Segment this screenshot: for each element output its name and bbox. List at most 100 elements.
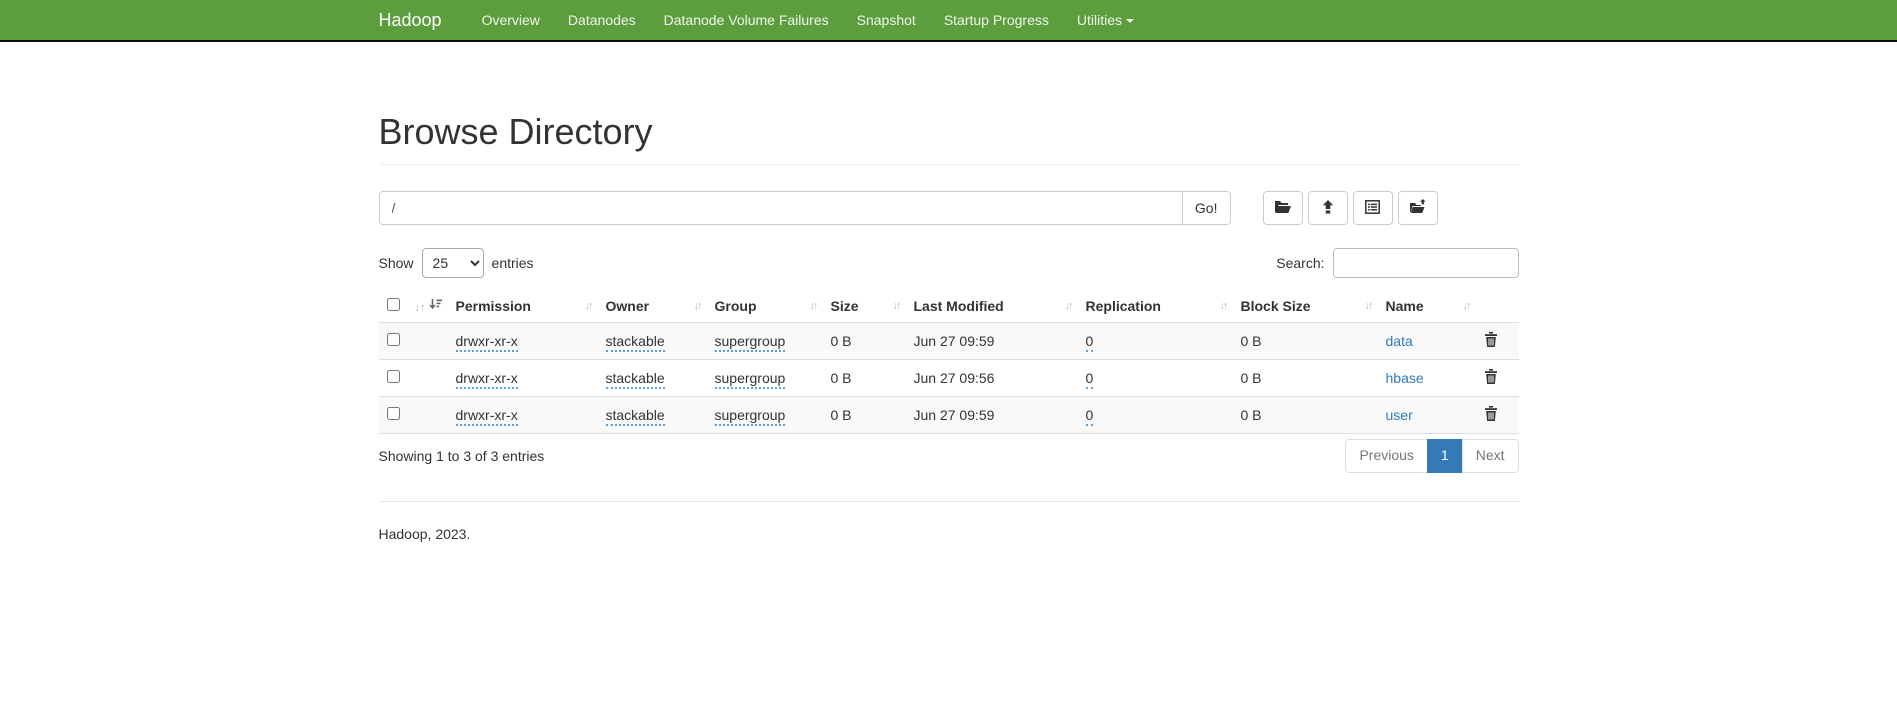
- group-value[interactable]: supergroup: [715, 370, 786, 389]
- folder-open-button[interactable]: [1263, 191, 1303, 225]
- folder-move-icon: [1409, 199, 1427, 217]
- sort-icon: [1463, 300, 1470, 312]
- column-label: Replication: [1086, 298, 1161, 314]
- nav-item-snapshot[interactable]: Snapshot: [843, 12, 930, 28]
- show-label: Show: [379, 255, 414, 271]
- directory-link[interactable]: hbase: [1386, 370, 1424, 386]
- table-row: drwxr-xr-x stackable supergroup 0 B Jun …: [379, 360, 1519, 397]
- column-header-owner[interactable]: Owner: [598, 290, 707, 323]
- last-modified-value: Jun 27 09:56: [914, 370, 995, 386]
- folder-open-icon: [1274, 200, 1292, 217]
- column-label: Size: [831, 298, 859, 314]
- column-label: Last Modified: [914, 298, 1004, 314]
- trash-icon: [1484, 372, 1498, 387]
- table-header-row: Permission Owner Group Size Last Modifie…: [379, 290, 1519, 323]
- list-icon: [1365, 200, 1380, 217]
- select-all-header[interactable]: [379, 290, 448, 323]
- search-control: Search:: [1276, 248, 1518, 278]
- size-value: 0 B: [831, 407, 852, 423]
- column-label: Block Size: [1241, 298, 1311, 314]
- size-value: 0 B: [831, 370, 852, 386]
- replication-value[interactable]: 0: [1086, 407, 1094, 426]
- permission-value[interactable]: drwxr-xr-x: [456, 407, 518, 426]
- column-label: Name: [1386, 298, 1424, 314]
- entries-label: entries: [492, 255, 534, 271]
- row-checkbox[interactable]: [387, 333, 400, 346]
- sort-icon: [1220, 300, 1227, 312]
- replication-value[interactable]: 0: [1086, 333, 1094, 352]
- table-footer: Showing 1 to 3 of 3 entries Previous 1 N…: [379, 439, 1519, 473]
- nav-item-startup-progress[interactable]: Startup Progress: [930, 12, 1063, 28]
- page-header: Browse Directory: [379, 112, 1519, 165]
- upload-button[interactable]: [1308, 191, 1348, 225]
- group-value[interactable]: supergroup: [715, 407, 786, 426]
- pagination-page-1[interactable]: 1: [1427, 439, 1463, 473]
- delete-button[interactable]: [1484, 369, 1498, 384]
- list-button[interactable]: [1353, 191, 1393, 225]
- column-header-actions: [1476, 290, 1519, 323]
- trash-icon: [1484, 335, 1498, 350]
- column-header-group[interactable]: Group: [707, 290, 823, 323]
- chevron-down-icon: [1126, 19, 1134, 23]
- navbar-brand[interactable]: Hadoop: [379, 10, 442, 31]
- page-length-select[interactable]: 25: [422, 248, 484, 278]
- owner-value[interactable]: stackable: [606, 370, 665, 389]
- column-header-name[interactable]: Name: [1378, 290, 1476, 323]
- replication-value[interactable]: 0: [1086, 370, 1094, 389]
- owner-value[interactable]: stackable: [606, 407, 665, 426]
- size-value: 0 B: [831, 333, 852, 349]
- sort-icon: [694, 300, 701, 312]
- directory-link[interactable]: data: [1386, 333, 1413, 349]
- pagination: Previous 1 Next: [1345, 439, 1518, 473]
- nav-item-datanode-volume-failures[interactable]: Datanode Volume Failures: [650, 12, 843, 28]
- path-input-group: Go!: [379, 191, 1231, 225]
- site-footer-text: Hadoop, 2023.: [379, 526, 1519, 542]
- permission-value[interactable]: drwxr-xr-x: [456, 370, 518, 389]
- owner-value[interactable]: stackable: [606, 333, 665, 352]
- directory-path-input[interactable]: [379, 191, 1183, 225]
- sort-icon: [1065, 300, 1072, 312]
- navbar-menu: Overview Datanodes Datanode Volume Failu…: [468, 12, 1148, 28]
- table-row: drwxr-xr-x stackable supergroup 0 B Jun …: [379, 323, 1519, 360]
- nav-item-overview[interactable]: Overview: [468, 12, 554, 28]
- group-value[interactable]: supergroup: [715, 333, 786, 352]
- column-header-size[interactable]: Size: [823, 290, 906, 323]
- column-header-block-size[interactable]: Block Size: [1233, 290, 1378, 323]
- path-bar: Go!: [379, 191, 1519, 225]
- nav-item-datanodes[interactable]: Datanodes: [554, 12, 650, 28]
- sort-icon: [1365, 300, 1372, 312]
- column-header-permission[interactable]: Permission: [448, 290, 598, 323]
- search-label: Search:: [1276, 255, 1324, 271]
- upload-icon: [1320, 200, 1336, 217]
- row-checkbox[interactable]: [387, 407, 400, 420]
- row-checkbox[interactable]: [387, 370, 400, 383]
- delete-button[interactable]: [1484, 332, 1498, 347]
- select-all-checkbox[interactable]: [387, 298, 400, 311]
- directory-link[interactable]: user: [1386, 407, 1413, 423]
- go-button[interactable]: Go!: [1183, 191, 1231, 225]
- column-label: Group: [715, 298, 757, 314]
- column-header-replication[interactable]: Replication: [1078, 290, 1233, 323]
- sort-icon: [810, 300, 817, 312]
- search-input[interactable]: [1333, 248, 1519, 278]
- table-row: drwxr-xr-x stackable supergroup 0 B Jun …: [379, 397, 1519, 434]
- column-header-last-modified[interactable]: Last Modified: [906, 290, 1078, 323]
- directory-table: Permission Owner Group Size Last Modifie…: [379, 290, 1519, 434]
- trash-icon: [1484, 409, 1498, 424]
- nav-item-utilities-dropdown[interactable]: Utilities: [1063, 12, 1148, 28]
- delete-button[interactable]: [1484, 406, 1498, 421]
- footer-divider: [379, 501, 1519, 502]
- entries-summary: Showing 1 to 3 of 3 entries: [379, 439, 545, 464]
- permission-value[interactable]: drwxr-xr-x: [456, 333, 518, 352]
- toolbar-icon-group: [1263, 191, 1438, 225]
- show-entries-control: Show 25 entries: [379, 248, 534, 278]
- folder-move-button[interactable]: [1398, 191, 1438, 225]
- last-modified-value: Jun 27 09:59: [914, 407, 995, 423]
- pagination-previous[interactable]: Previous: [1345, 439, 1427, 473]
- last-modified-value: Jun 27 09:59: [914, 333, 995, 349]
- block-size-value: 0 B: [1241, 370, 1262, 386]
- sort-icon: [585, 300, 592, 312]
- table-controls: Show 25 entries Search:: [379, 248, 1519, 278]
- pagination-next[interactable]: Next: [1462, 439, 1519, 473]
- column-label: Permission: [456, 298, 531, 314]
